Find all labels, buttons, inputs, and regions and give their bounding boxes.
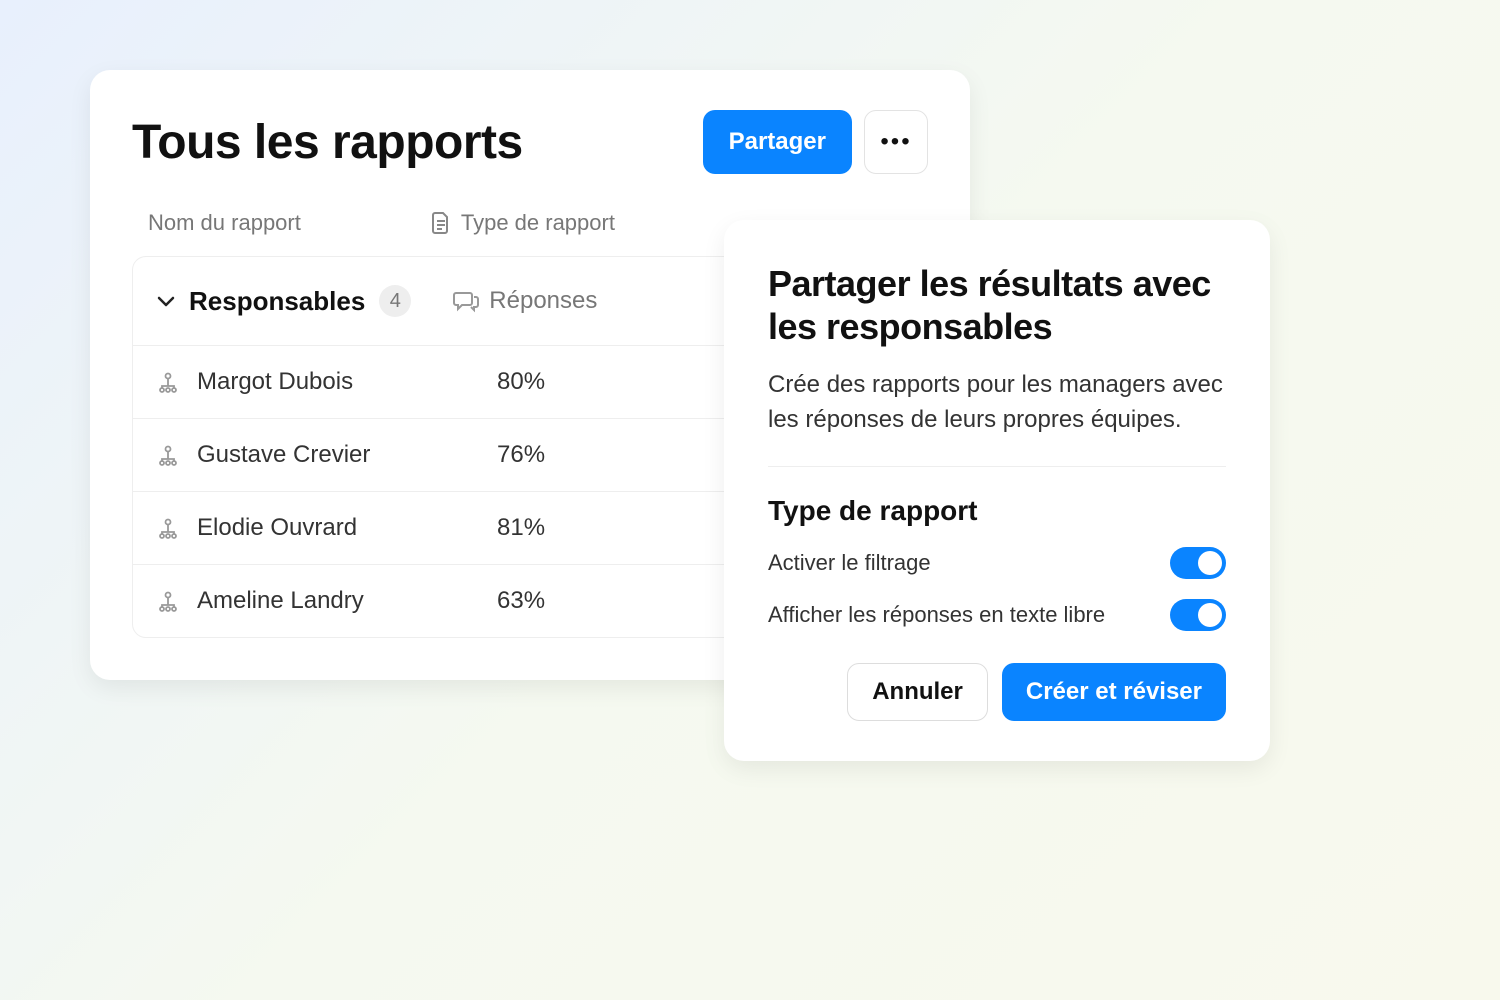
column-name-header: Nom du rapport — [148, 210, 301, 236]
more-button[interactable]: ••• — [864, 110, 928, 174]
row-name: Gustave Crevier — [197, 441, 497, 469]
page-title: Tous les rapports — [132, 115, 523, 170]
chat-icon — [453, 289, 479, 313]
row-value: 80% — [497, 368, 545, 396]
row-name: Margot Dubois — [197, 368, 497, 396]
hierarchy-icon — [157, 444, 179, 466]
row-name: Elodie Ouvrard — [197, 514, 497, 542]
column-type-header: Type de rapport — [431, 210, 615, 236]
cancel-button[interactable]: Annuler — [847, 663, 988, 721]
toggle-label-filtering: Activer le filtrage — [768, 550, 931, 576]
hierarchy-icon — [157, 371, 179, 393]
dialog-title: Partager les résultats avec les responsa… — [768, 262, 1226, 348]
dots-icon: ••• — [880, 128, 911, 155]
hierarchy-icon — [157, 517, 179, 539]
toggle-freetext[interactable] — [1170, 599, 1226, 631]
dialog-description: Crée des rapports pour les managers avec… — [768, 368, 1226, 467]
column-name-label: Nom du rapport — [148, 210, 301, 236]
page-header: Tous les rapports Partager ••• — [132, 110, 928, 174]
row-value: 76% — [497, 441, 545, 469]
dialog-actions: Annuler Créer et réviser — [768, 663, 1226, 721]
submit-button[interactable]: Créer et réviser — [1002, 663, 1226, 721]
hierarchy-icon — [157, 590, 179, 612]
row-name: Ameline Landry — [197, 587, 497, 615]
toggle-row-filtering: Activer le filtrage — [768, 547, 1226, 579]
column-type-label: Type de rapport — [461, 210, 615, 236]
count-badge: 4 — [379, 285, 411, 317]
responses-label: Réponses — [489, 287, 597, 315]
document-icon — [431, 211, 451, 235]
group-title: Responsables — [189, 286, 365, 317]
share-button[interactable]: Partager — [703, 110, 852, 174]
row-value: 81% — [497, 514, 545, 542]
toggle-filtering[interactable] — [1170, 547, 1226, 579]
row-value: 63% — [497, 587, 545, 615]
toggle-row-freetext: Afficher les réponses en texte libre — [768, 599, 1226, 631]
toggle-label-freetext: Afficher les réponses en texte libre — [768, 602, 1105, 628]
responses-column: Réponses — [453, 287, 597, 315]
share-dialog: Partager les résultats avec les responsa… — [724, 220, 1270, 761]
header-actions: Partager ••• — [703, 110, 928, 174]
chevron-down-icon — [157, 290, 175, 313]
section-title: Type de rapport — [768, 495, 1226, 527]
